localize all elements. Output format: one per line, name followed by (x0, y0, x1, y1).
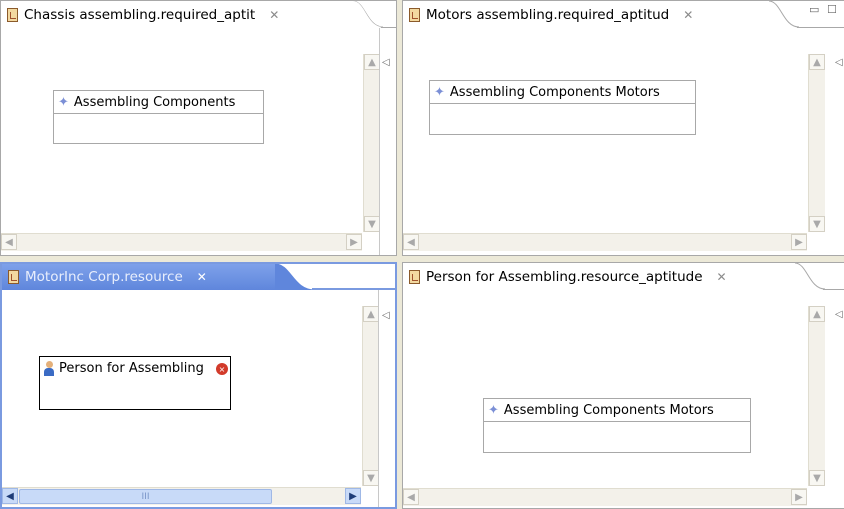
vertical-scrollbar[interactable]: ▲ ▼ (363, 54, 380, 232)
diagram-canvas[interactable]: ✦ Assembling Components (1, 28, 379, 238)
document-icon (7, 7, 18, 22)
collapse-palette-icon[interactable]: ◁ (835, 309, 844, 320)
maximize-icon[interactable]: ☐ (827, 3, 837, 16)
vertical-scrollbar[interactable]: ▲ ▼ (808, 306, 825, 486)
scroll-left-button[interactable]: ◀ (403, 234, 419, 250)
diagram-canvas[interactable]: ✦ Assembling Components Motors (403, 28, 805, 238)
tab-baseline (381, 27, 396, 28)
node-label: Assembling Components (73, 94, 236, 110)
vertical-scrollbar[interactable]: ▲ ▼ (808, 54, 825, 232)
tab-curve (275, 264, 315, 291)
scroll-right-button[interactable]: ▶ (346, 234, 362, 250)
document-icon (409, 7, 420, 22)
horizontal-scrollbar[interactable]: ◀ ▶ (403, 488, 807, 506)
node-label: Assembling Components Motors (503, 402, 714, 418)
editor-tab-top-left[interactable]: Chassis assembling.required_aptit ✕ (1, 1, 353, 28)
close-icon[interactable]: ✕ (269, 8, 279, 22)
close-icon[interactable]: ✕ (197, 270, 207, 284)
diamond-icon: ✦ (488, 402, 499, 418)
editor-tab-bottom-left[interactable]: MotorInc Corp.resource ✕ (2, 264, 277, 290)
editor-tab-title: Motors assembling.required_aptitud (426, 6, 670, 23)
editor-pane-top-right: Motors assembling.required_aptitud ✕ ▭ ☐… (402, 0, 844, 256)
collapse-palette-icon[interactable]: ◁ (835, 57, 844, 68)
minimize-icon[interactable]: ▭ (809, 3, 819, 16)
close-icon[interactable]: ✕ (717, 270, 727, 284)
diamond-icon: ✦ (434, 84, 445, 100)
node-header: ✦ Assembling Components Motors (484, 399, 750, 422)
scroll-up-button[interactable]: ▲ (809, 54, 825, 70)
vertical-scrollbar[interactable]: ▲ ▼ (362, 306, 379, 486)
node-header: ✦ Assembling Components (54, 91, 263, 114)
aptitude-node[interactable]: ✦ Assembling Components (53, 90, 264, 144)
scroll-left-button[interactable]: ◀ (2, 488, 18, 504)
editor-pane-bottom-right: Person for Assembling.resource_aptitude … (402, 262, 844, 509)
palette-divider (379, 28, 380, 255)
document-icon (8, 270, 19, 284)
editor-tab-bottom-right[interactable]: Person for Assembling.resource_aptitude … (403, 263, 795, 290)
editor-pane-bottom-left: MotorInc Corp.resource ✕ Person for Asse… (0, 262, 397, 509)
horizontal-scrollbar[interactable]: ◀ ▶ (403, 233, 807, 251)
scroll-left-button[interactable]: ◀ (1, 234, 17, 250)
scroll-right-button[interactable]: ▶ (791, 234, 807, 250)
node-label: Assembling Components Motors (449, 84, 660, 100)
scroll-left-button[interactable]: ◀ (403, 489, 419, 505)
tab-curve (795, 263, 825, 290)
diagram-canvas[interactable]: ✦ Assembling Components Motors (403, 290, 805, 490)
horizontal-scrollbar[interactable]: ◀ III ▶ (2, 487, 361, 505)
editor-tab-title: MotorInc Corp.resource (25, 269, 183, 285)
editor-tab-title: Chassis assembling.required_aptit (24, 6, 256, 23)
error-badge-icon: × (216, 363, 228, 375)
scroll-right-button[interactable]: ▶ (791, 489, 807, 505)
tab-curve (353, 1, 383, 28)
scroll-right-button[interactable]: ▶ (345, 488, 361, 504)
scroll-down-button[interactable]: ▼ (364, 216, 380, 232)
editor-tab-top-right[interactable]: Motors assembling.required_aptitud ✕ (403, 1, 769, 28)
resource-node[interactable]: Person for Assembling × (39, 356, 231, 410)
tab-baseline (823, 289, 844, 290)
scroll-up-button[interactable]: ▲ (364, 54, 380, 70)
scroll-down-button[interactable]: ▼ (809, 216, 825, 232)
node-header: ✦ Assembling Components Motors (430, 81, 695, 104)
aptitude-node[interactable]: ✦ Assembling Components Motors (483, 398, 751, 453)
document-icon (409, 269, 420, 284)
diagram-canvas[interactable]: Person for Assembling × (2, 290, 378, 488)
thumb-grip: III (141, 491, 150, 502)
palette-divider (378, 290, 379, 507)
node-label: Person for Assembling (59, 360, 204, 376)
collapse-palette-icon[interactable]: ◁ (382, 310, 394, 321)
collapse-palette-icon[interactable]: ◁ (382, 57, 394, 68)
horizontal-scrollbar[interactable]: ◀ ▶ (1, 233, 362, 251)
scroll-up-button[interactable]: ▲ (363, 306, 379, 322)
scroll-down-button[interactable]: ▼ (809, 470, 825, 486)
diamond-icon: ✦ (58, 94, 69, 110)
scroll-down-button[interactable]: ▼ (363, 470, 379, 486)
editor-pane-top-left: Chassis assembling.required_aptit ✕ ✦ As… (0, 0, 397, 256)
close-icon[interactable]: ✕ (683, 8, 693, 22)
editor-tab-title: Person for Assembling.resource_aptitude (426, 268, 703, 285)
tab-curve (769, 1, 799, 28)
aptitude-node[interactable]: ✦ Assembling Components Motors (429, 80, 696, 135)
scroll-thumb[interactable]: III (19, 489, 272, 504)
scroll-up-button[interactable]: ▲ (809, 306, 825, 322)
person-icon (44, 360, 54, 376)
node-header: Person for Assembling (40, 357, 230, 379)
